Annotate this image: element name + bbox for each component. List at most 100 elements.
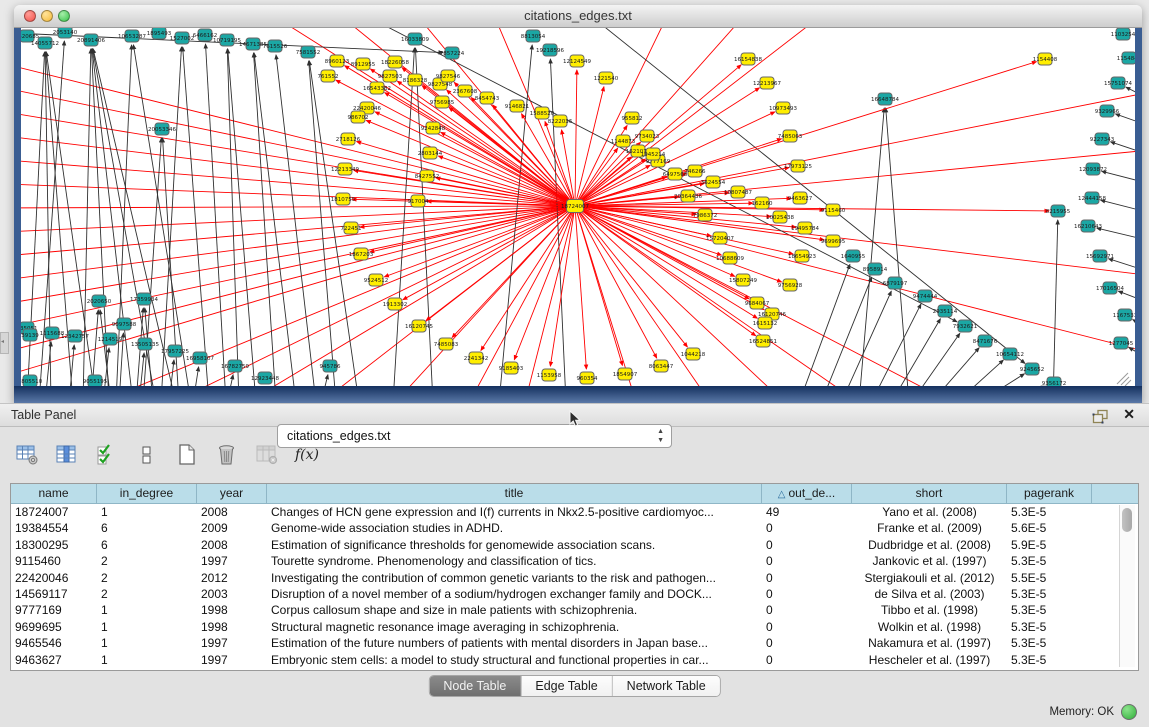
graph-edge[interactable]	[575, 206, 622, 365]
graph-edge[interactable]	[575, 206, 641, 386]
table-row[interactable]: 1872400712008Changes of HCN gene express…	[11, 504, 1138, 520]
graph-edge[interactable]	[21, 206, 575, 233]
window-titlebar[interactable]: citations_edges.txt	[14, 5, 1142, 28]
graph-edge[interactable]	[183, 47, 209, 386]
table-row[interactable]: 969969511998Structural magnetic resonanc…	[11, 619, 1138, 635]
graph-edge[interactable]	[1125, 380, 1131, 386]
graph-edge[interactable]	[206, 44, 226, 386]
float-panel-icon[interactable]	[1092, 409, 1109, 424]
graph-edge[interactable]	[1118, 291, 1135, 302]
table-row[interactable]: 1456911722003Disruption of a novel membe…	[11, 586, 1138, 602]
graph-edge[interactable]	[227, 375, 233, 386]
graph-edge[interactable]	[357, 142, 575, 206]
graph-edge[interactable]	[821, 277, 872, 386]
graph-edge[interactable]	[321, 375, 328, 386]
table-mode-button[interactable]	[14, 442, 40, 468]
graph-edge[interactable]	[550, 206, 575, 366]
graph-edge[interactable]	[575, 206, 1135, 358]
graph-edge[interactable]	[1133, 320, 1135, 328]
graph-edge[interactable]	[575, 70, 577, 206]
column-header-in-degree[interactable]: in_degree	[97, 484, 197, 503]
column-header-pagerank[interactable]: pagerank	[1007, 484, 1092, 503]
column-header-out-de-[interactable]: △out_de...	[762, 484, 852, 503]
graph-edge[interactable]	[841, 291, 891, 386]
select-columns-button[interactable]	[94, 442, 120, 468]
graph-node-label: 955812	[622, 116, 643, 122]
memory-indicator-icon[interactable]	[1121, 704, 1137, 720]
close-panel-icon[interactable]: ✕	[1123, 406, 1135, 423]
graph-node-label: 13505135	[131, 342, 159, 348]
graph-edge[interactable]	[116, 45, 132, 386]
graph-edge[interactable]	[21, 206, 575, 208]
graph-edge[interactable]	[1053, 220, 1058, 386]
column-header-name[interactable]: name	[11, 484, 97, 503]
graph-edge[interactable]	[575, 206, 586, 369]
table-cell: Jankovic et al. (1997)	[852, 553, 1007, 569]
graph-edge[interactable]	[575, 88, 1135, 206]
graph-edge[interactable]	[227, 49, 239, 386]
graph-edge[interactable]	[452, 206, 575, 337]
table-row[interactable]: 946362711997Embryonic stem cells: a mode…	[11, 652, 1138, 668]
column-header-title[interactable]: title	[267, 484, 762, 503]
graph-edge[interactable]	[1102, 171, 1135, 183]
graph-edge[interactable]	[21, 158, 575, 206]
graph-edge[interactable]	[1129, 347, 1135, 358]
table-row[interactable]: 1938455462009Genome-wide association stu…	[11, 520, 1138, 536]
graph-edge[interactable]	[575, 206, 1135, 278]
table-row[interactable]: 977716911998Corpus callosum shape and si…	[11, 602, 1138, 618]
graph-edge[interactable]	[575, 87, 604, 206]
column-header-short[interactable]: short	[852, 484, 1007, 503]
graph-node-label: 1154408	[1033, 57, 1058, 63]
tab-node-table[interactable]: Node Table	[429, 676, 521, 696]
table-row[interactable]: 1830029562008Estimation of significance …	[11, 537, 1138, 553]
graph-edge[interactable]	[550, 59, 566, 386]
table-row[interactable]: 2242004622012Investigating the contribut…	[11, 570, 1138, 586]
graph-edge[interactable]	[276, 55, 316, 386]
table-row[interactable]: 946554611997Estimation of the future num…	[11, 635, 1138, 651]
graph-edge[interactable]	[481, 206, 575, 350]
row-height-button[interactable]	[134, 442, 160, 468]
graph-edge[interactable]	[1109, 259, 1135, 271]
table-row[interactable]: 911546021997Tourette syndrome. Phenomeno…	[11, 553, 1138, 569]
graph-edge[interactable]	[956, 360, 1003, 386]
graph-edge[interactable]	[1117, 373, 1128, 384]
table-scrollbar-thumb[interactable]	[1122, 508, 1132, 532]
graph-edge[interactable]	[1115, 114, 1135, 125]
network-canvas[interactable]: 1872400725206851405571220531402089140610…	[21, 28, 1135, 386]
tab-network-table[interactable]: Network Table	[613, 676, 720, 696]
graph-edge[interactable]	[393, 48, 414, 386]
delete-column-button[interactable]	[214, 442, 240, 468]
table-scrollbar[interactable]	[1119, 505, 1135, 667]
graph-edge[interactable]	[21, 206, 575, 308]
graph-edge[interactable]	[891, 319, 940, 386]
graph-edge[interactable]	[575, 148, 618, 206]
graph-edge[interactable]	[799, 264, 850, 386]
graph-edge[interactable]	[575, 157, 631, 206]
tab-edge-table[interactable]: Edge Table	[521, 676, 612, 696]
graph-node-label: 1153958	[537, 373, 562, 379]
graph-edge[interactable]	[301, 206, 575, 386]
graph-edge[interactable]	[575, 206, 782, 282]
graph-edge[interactable]	[193, 367, 199, 386]
graph-edge[interactable]	[21, 183, 575, 206]
graph-edge[interactable]	[415, 48, 433, 386]
graph-edge[interactable]	[859, 108, 884, 386]
column-header-year[interactable]: year	[197, 484, 267, 503]
graph-edge[interactable]	[384, 206, 575, 277]
table-source-dropdown[interactable]: citations_edges.txt ▲▼	[277, 424, 672, 448]
graph-edge[interactable]	[1097, 228, 1135, 240]
west-panel-grabber[interactable]: ◂	[0, 332, 9, 354]
graph-node-label: 2935114	[933, 309, 958, 315]
create-column-button[interactable]	[174, 442, 200, 468]
graph-edge[interactable]	[309, 61, 336, 386]
network-view-window: citations_edges.txt 18724007252068514055…	[14, 5, 1142, 403]
show-columns-button[interactable]	[54, 442, 80, 468]
graph-edge[interactable]	[228, 49, 256, 386]
graph-node-label: 9055195	[83, 379, 108, 385]
graph-edge[interactable]	[886, 108, 909, 386]
import-table-button[interactable]	[254, 442, 280, 468]
graph-edge[interactable]	[100, 310, 111, 386]
graph-edge[interactable]	[161, 47, 181, 386]
graph-edge[interactable]	[931, 348, 979, 386]
graph-edge[interactable]	[978, 374, 1024, 386]
